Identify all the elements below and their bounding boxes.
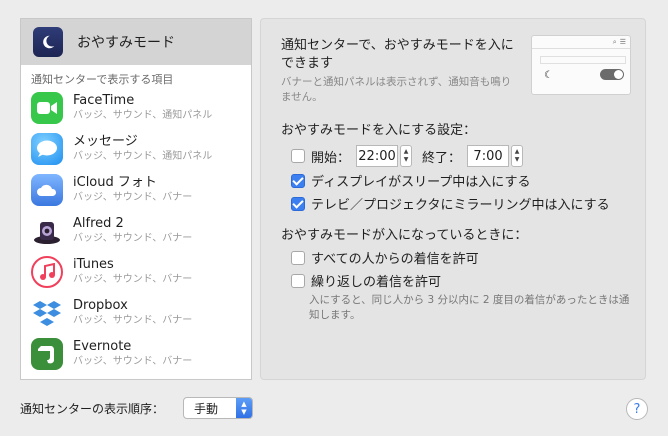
start-label: 開始： <box>311 150 351 166</box>
repeat-calls-row[interactable]: 繰り返しの着信を許可 <box>291 271 441 290</box>
app-name: Evernote <box>73 338 132 354</box>
repeat-calls-label: 繰り返しの着信を許可 <box>311 275 442 290</box>
display-sleep-checkbox[interactable] <box>291 173 305 188</box>
sort-order-popup[interactable]: 手動 ▲ ▼ <box>183 397 253 419</box>
sidebar-item-icloud-photos[interactable]: iCloud フォト バッジ、サウンド、バナー <box>21 169 251 210</box>
popup-arrows-icon: ▲ ▼ <box>236 398 252 418</box>
mirroring-row[interactable]: テレビ／プロジェクタにミラーリング中は入にする <box>291 194 610 213</box>
sidebar-item-dropbox[interactable]: Dropbox バッジ、サウンド、バナー <box>21 292 251 333</box>
end-time-field[interactable]: 7:00 <box>467 145 510 167</box>
allow-all-row[interactable]: すべての人からの着信を許可 <box>291 248 479 267</box>
allow-all-checkbox[interactable] <box>291 250 305 265</box>
while-on-title: おやすみモードが入になっているときに： <box>281 228 528 243</box>
start-time-field[interactable]: 22:00 <box>356 145 399 167</box>
mirroring-label: テレビ／プロジェクタにミラーリング中は入にする <box>311 198 610 213</box>
app-name: Alfred 2 <box>73 215 124 231</box>
repeat-calls-checkbox[interactable] <box>291 273 305 288</box>
schedule-row: 開始： 22:00 ▲ ▼ 終了： 7:00 ▲ ▼ <box>291 145 524 167</box>
app-name: メッセージ <box>73 133 138 149</box>
moon-icon: ☾ <box>544 70 553 81</box>
display-sleep-row[interactable]: ディスプレイがスリープ中は入にする <box>291 171 530 190</box>
moon-icon <box>33 27 63 57</box>
app-list: おやすみモード 通知センターで表示する項目 FaceTime バッジ、サウンド、… <box>20 18 252 380</box>
sidebar-item-label: おやすみモード <box>77 35 175 51</box>
sidebar-item-facetime[interactable]: FaceTime バッジ、サウンド、通知パネル <box>21 87 251 128</box>
preview-field <box>540 56 626 64</box>
dnd-settings-panel: 通知センターで、おやすみモードを入にできます バナーと通知パネルは表示されず、通… <box>260 18 646 380</box>
app-detail: バッジ、サウンド、バナー <box>73 191 193 203</box>
display-sleep-label: ディスプレイがスリープ中は入にする <box>311 175 531 190</box>
app-detail: バッジ、サウンド、通知パネル <box>73 109 213 121</box>
app-name: FaceTime <box>73 92 135 108</box>
sidebar-item-messages[interactable]: メッセージ バッジ、サウンド、通知パネル <box>21 128 251 169</box>
icloud-photos-icon <box>31 173 63 206</box>
notification-center-preview: ⌕ ☰ ☾ <box>531 35 631 95</box>
sidebar-item-itunes[interactable]: iTunes バッジ、サウンド、バナー <box>21 251 251 292</box>
preview-toggle <box>600 69 624 80</box>
section-header: 通知センターで表示する項目 <box>31 73 174 86</box>
search-icon: ⌕ <box>612 37 617 46</box>
sidebar-item-do-not-disturb[interactable]: おやすみモード <box>21 19 251 65</box>
app-detail: バッジ、サウンド、バナー <box>73 355 193 367</box>
itunes-icon <box>31 255 63 288</box>
allow-all-label: すべての人からの着信を許可 <box>311 252 479 267</box>
app-name: iTunes <box>73 256 114 272</box>
mirroring-checkbox[interactable] <box>291 196 305 211</box>
end-time-stepper[interactable]: ▲ ▼ <box>511 145 524 167</box>
app-name: iCloud フォト <box>73 174 157 190</box>
app-detail: バッジ、サウンド、バナー <box>73 273 193 285</box>
list-icon: ☰ <box>619 38 626 46</box>
panel-heading: 通知センターで、おやすみモードを入にできます <box>281 38 514 71</box>
alfred-icon <box>31 215 63 247</box>
sidebar-item-alfred[interactable]: Alfred 2 バッジ、サウンド、バナー <box>21 210 251 251</box>
app-detail: バッジ、サウンド、バナー <box>73 314 193 326</box>
sort-order-value: 手動 <box>194 401 219 416</box>
sidebar-item-evernote[interactable]: Evernote バッジ、サウンド、バナー <box>21 333 251 374</box>
end-label: 終了： <box>422 150 462 166</box>
start-time-stepper[interactable]: ▲ ▼ <box>400 145 413 167</box>
app-detail: バッジ、サウンド、バナー <box>73 232 193 244</box>
evernote-icon <box>31 337 63 370</box>
panel-subtext: バナーと通知パネルは表示されず、通知音も鳴りません。 <box>281 76 512 103</box>
help-button[interactable]: ? <box>626 398 648 420</box>
schedule-title: おやすみモードを入にする設定： <box>281 123 477 138</box>
app-detail: バッジ、サウンド、通知パネル <box>73 150 213 162</box>
repeat-calls-note: 入にすると、同じ人から 3 分以内に 2 度目の着信があったときは通知します。 <box>309 294 630 321</box>
facetime-icon <box>31 91 63 124</box>
sort-order-label: 通知センターの表示順序： <box>20 402 165 416</box>
app-name: Dropbox <box>73 297 128 313</box>
start-checkbox[interactable] <box>291 149 305 163</box>
dropbox-icon <box>31 297 63 329</box>
messages-icon <box>31 132 63 165</box>
